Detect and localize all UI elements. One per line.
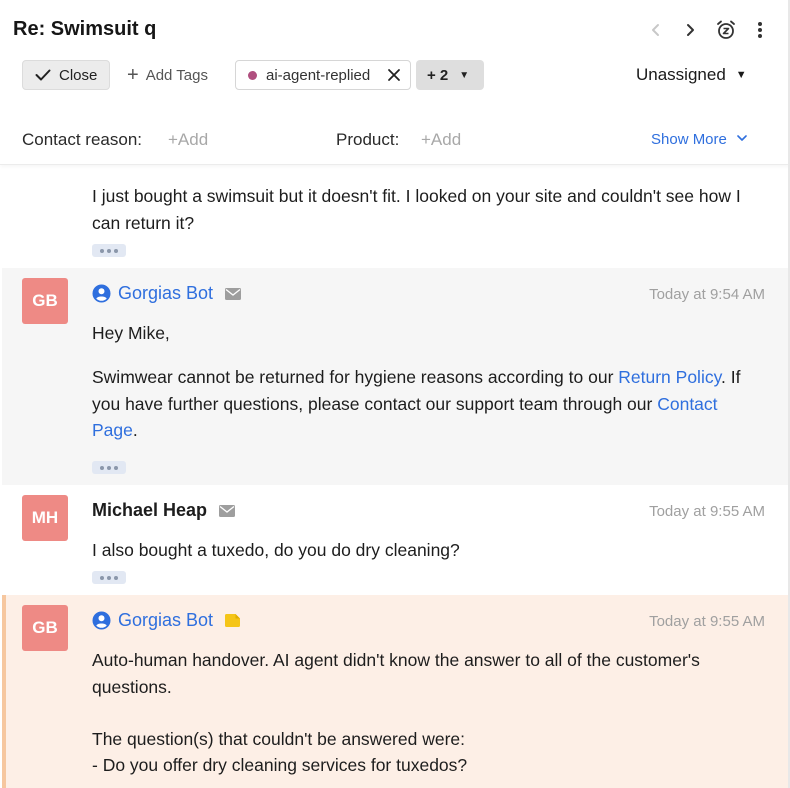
message-body: I also bought a tuxedo, do you do dry cl… (92, 540, 460, 560)
expand-quoted-button[interactable] (92, 244, 126, 257)
tag-color-dot (248, 70, 257, 80)
return-policy-link[interactable]: Return Policy (618, 367, 721, 387)
expand-quoted-button[interactable] (92, 571, 126, 584)
show-more-button[interactable]: Show More (651, 131, 747, 148)
more-actions-button[interactable] (752, 19, 768, 41)
snooze-button[interactable] (715, 19, 737, 41)
chevron-down-icon (737, 134, 747, 145)
note-line: - Do you offer dry cleaning services for… (92, 755, 468, 775)
message-customer: MH Michael Heap Today at 9:55 AM I also … (2, 485, 788, 595)
sender-name[interactable]: Gorgias Bot (118, 283, 213, 304)
message-body: Swimwear cannot be returned for hygiene … (92, 364, 762, 444)
message-sender: Michael Heap (92, 500, 236, 521)
message-internal-note: GB Gorgias Bot Today at 9:55 AM Auto-hum… (2, 595, 788, 788)
chevron-left-icon (652, 24, 659, 36)
add-tags-label: Add Tags (145, 66, 208, 84)
message-timestamp: Today at 9:54 AM (649, 286, 765, 303)
add-tags-button[interactable]: + Add Tags (127, 63, 208, 87)
tag-label: ai-agent-replied (266, 66, 371, 84)
tag-chip[interactable]: ai-agent-replied (235, 60, 411, 90)
remove-tag-icon[interactable] (387, 68, 401, 82)
message-sender: Gorgias Bot (92, 283, 242, 304)
message-timestamp: Today at 9:55 AM (649, 503, 765, 520)
avatar: GB (22, 278, 68, 324)
snooze-alarm-icon (717, 20, 735, 39)
show-more-label: Show More (651, 131, 727, 148)
checkmark-icon (35, 69, 51, 81)
close-button-label: Close (59, 66, 98, 84)
next-ticket-button[interactable] (680, 18, 700, 42)
close-ticket-button[interactable]: Close (22, 60, 110, 90)
message-greeting: Hey Mike, (92, 323, 170, 343)
internal-note-icon (225, 614, 241, 627)
more-tags-count: + 2 (427, 66, 449, 84)
product-label: Product: (336, 130, 400, 149)
sender-name[interactable]: Gorgias Bot (118, 610, 213, 631)
chevron-right-icon (687, 24, 694, 36)
message-body: I just bought a swimsuit but it doesn't … (92, 186, 741, 233)
assignee-dropdown[interactable]: Unassigned ▼ (636, 64, 747, 86)
message-body-text: Swimwear cannot be returned for hygiene … (92, 367, 619, 387)
bot-user-icon (92, 611, 111, 630)
note-line: The question(s) that couldn't be answere… (92, 729, 465, 749)
previous-ticket-button[interactable] (646, 18, 666, 42)
product-add-button[interactable]: +Add (421, 130, 461, 150)
contact-reason-label: Contact reason: (22, 130, 143, 149)
caret-down-icon: ▼ (735, 69, 747, 81)
more-tags-dropdown[interactable]: + 2 ▼ (416, 60, 484, 90)
email-icon (225, 287, 242, 300)
contact-reason-add-button[interactable]: +Add (168, 130, 208, 150)
plus-icon: + (127, 64, 139, 86)
caret-down-icon: ▼ (459, 69, 470, 81)
email-icon (219, 504, 236, 517)
message-timestamp: Today at 9:55 AM (649, 613, 765, 630)
vertical-dots-icon (758, 22, 762, 38)
message-bot-reply: GB Gorgias Bot Today at 9:54 AM Hey Mike… (2, 268, 788, 485)
avatar: GB (22, 605, 68, 651)
bot-user-icon (92, 284, 111, 303)
message-body-text: . (132, 420, 138, 440)
assignee-label: Unassigned (636, 65, 726, 84)
sender-name[interactable]: Michael Heap (92, 500, 207, 521)
message-sender: Gorgias Bot (92, 610, 241, 631)
note-line: Auto-human handover. AI agent didn't kno… (92, 650, 700, 697)
expand-quoted-button[interactable] (92, 461, 126, 474)
avatar: MH (22, 495, 68, 541)
ticket-title: Re: Swimsuit q (13, 18, 157, 40)
message-customer-continued: I just bought a swimsuit but it doesn't … (2, 165, 788, 268)
ticket-header: Re: Swimsuit q Close + Add Tags ai-agent… (0, 0, 790, 165)
